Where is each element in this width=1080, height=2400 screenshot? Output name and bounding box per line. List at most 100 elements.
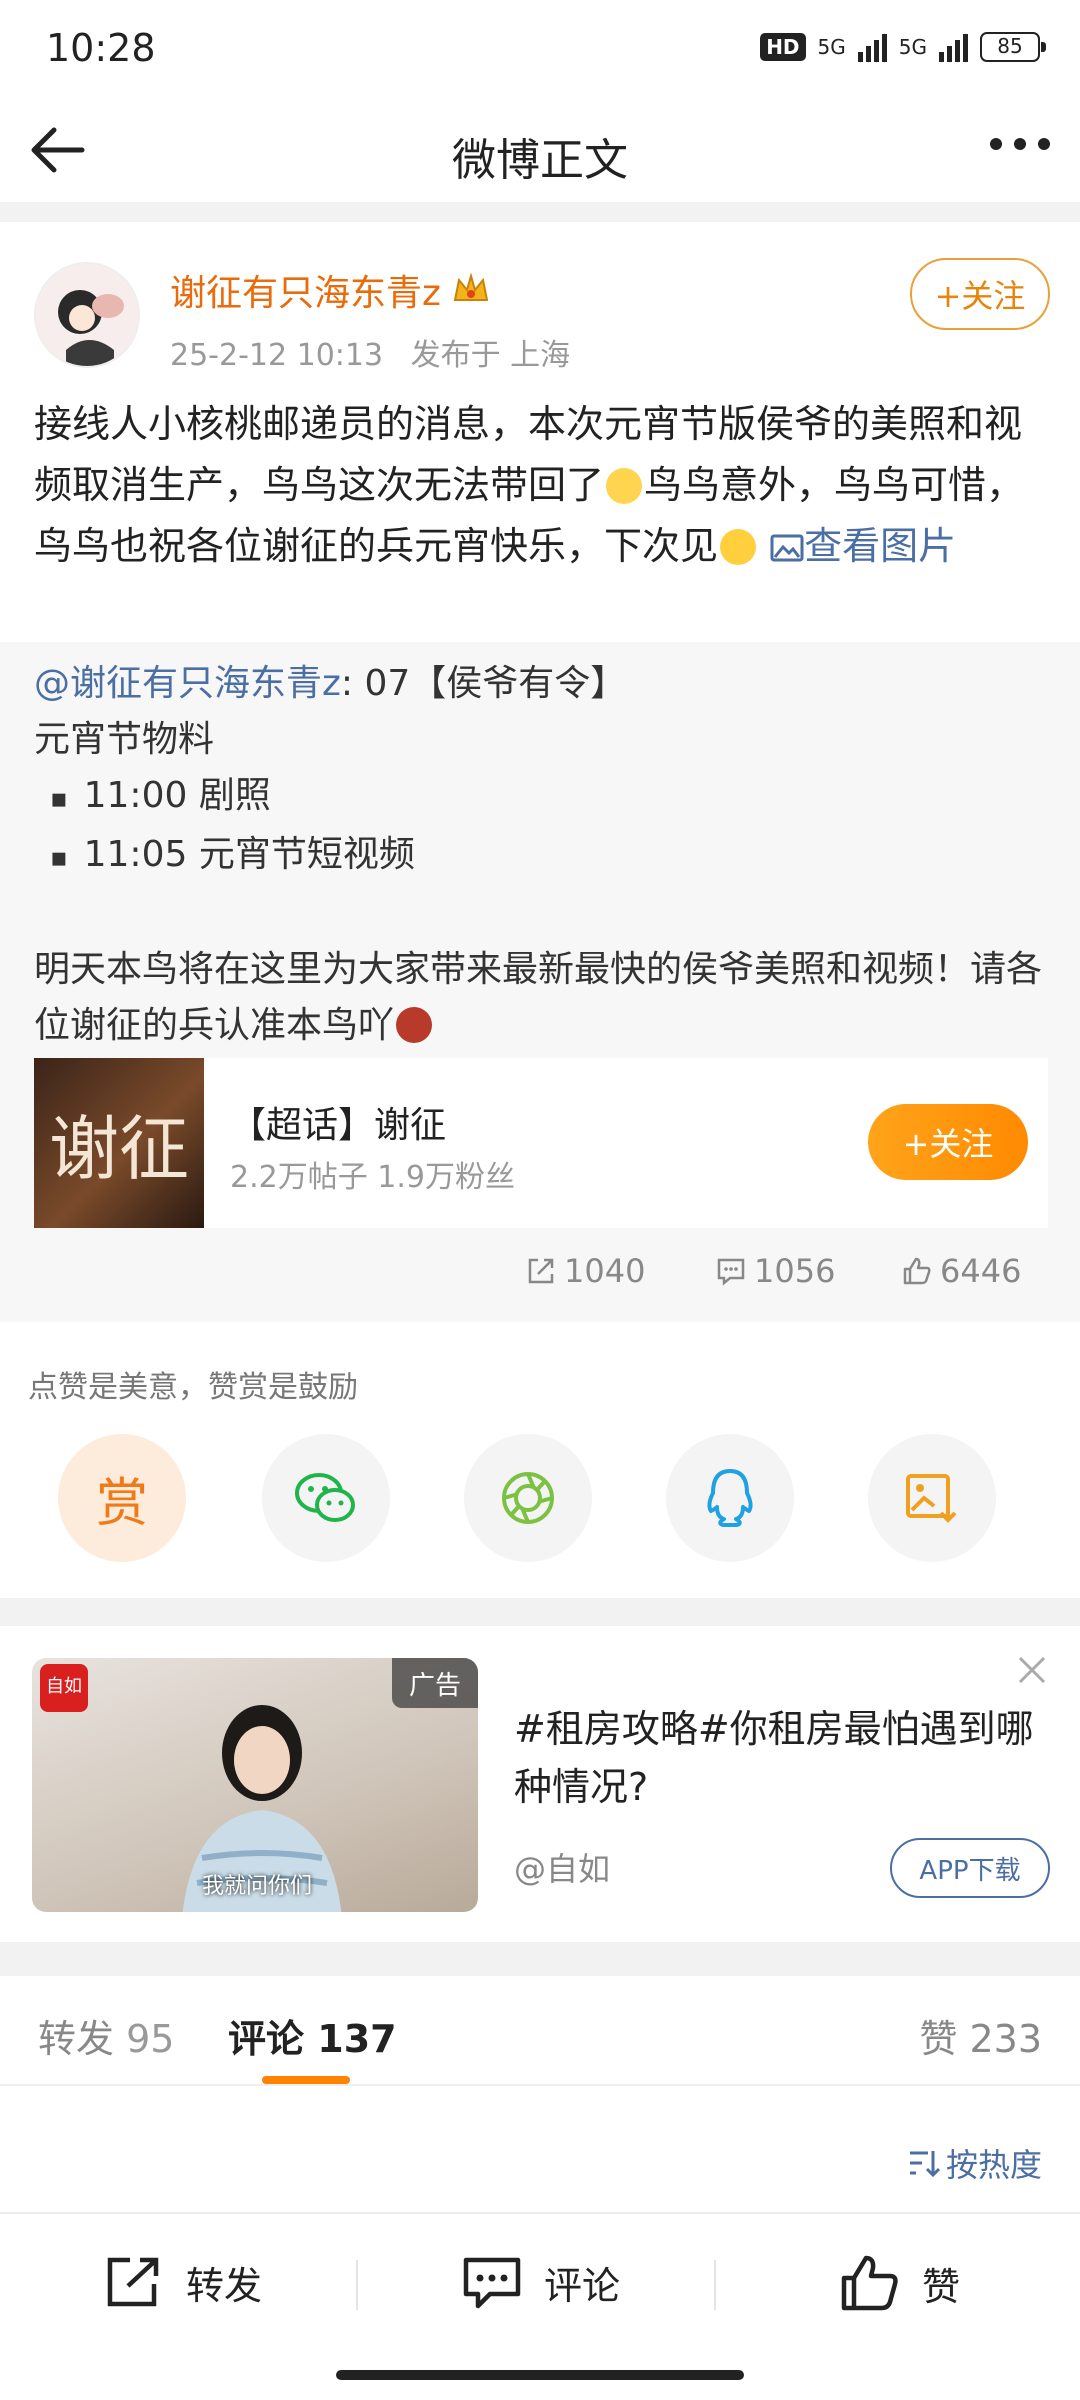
reward-label: 赏 <box>95 1473 148 1534</box>
ad-download-button[interactable]: APP下载 <box>890 1838 1050 1898</box>
active-tab-indicator <box>262 2076 350 2084</box>
repost-button[interactable]: 转发 <box>104 2254 262 2310</box>
quoted-bullet-1: 11:00 剧照 <box>34 768 1049 827</box>
tab-likes-count: 233 <box>969 2017 1042 2061</box>
tab-comments[interactable]: 评论 137 <box>228 2008 397 2063</box>
save-image-button[interactable] <box>868 1434 996 1562</box>
comment-button[interactable]: 评论 <box>462 2254 620 2310</box>
network-label-2: 5G <box>898 35 927 59</box>
tab-likes-label: 赞 <box>919 2017 958 2061</box>
quoted-paragraph: 明天本鸟将在这里为大家带来最新最快的侯爷美照和视频！请各位谢征的兵认准本鸟吖 <box>34 949 1043 1046</box>
supertopic-follow-button[interactable]: +关注 <box>868 1104 1028 1180</box>
post-body: 接线人小核桃邮递员的消息，本次元宵节版侯爷的美照和视频取消生产，鸟鸟这次无法带回… <box>34 394 1049 577</box>
post-timestamp: 25-2-12 10:13 <box>170 338 384 373</box>
nav-bar: 微博正文 <box>0 100 1080 200</box>
post-meta: 25-2-12 10:13 发布于 上海 <box>170 330 570 374</box>
divider <box>714 2260 716 2310</box>
ad-tag: 广告 <box>392 1658 478 1708</box>
ad-title[interactable]: #租房攻略#你租房最怕遇到哪种情况? <box>514 1700 1034 1816</box>
like-icon <box>903 1257 931 1285</box>
repost-label: 转发 <box>186 2263 263 2308</box>
quoted-counts: 1040 1056 6446 <box>0 1252 1080 1302</box>
divider <box>0 1942 1080 1976</box>
more-icon[interactable] <box>990 138 1050 150</box>
comment-label: 评论 <box>544 2263 621 2308</box>
like-icon <box>841 2255 898 2311</box>
image-icon <box>770 534 804 562</box>
comment-icon <box>463 2257 521 2309</box>
supertopic-stats: 2.2万帖子 1.9万粉丝 <box>230 1160 515 1195</box>
comment-count[interactable]: 1056 <box>716 1252 835 1290</box>
sort-icon <box>909 2151 940 2178</box>
repost-icon <box>107 2257 159 2307</box>
supertopic-cover: 谢征 <box>34 1058 204 1228</box>
qq-icon <box>707 1469 753 1527</box>
comment-count-value: 1056 <box>754 1252 836 1290</box>
bottom-action-bar: 转发 评论 赞 <box>0 2212 1080 2352</box>
ad-logo: 自如 <box>40 1664 88 1712</box>
crying-emoji-icon <box>606 468 643 504</box>
like-label: 赞 <box>922 2264 961 2309</box>
username-text[interactable]: 谢征有只海东青z <box>170 264 441 316</box>
like-count[interactable]: 6446 <box>902 1252 1021 1290</box>
sort-by-hot-button[interactable]: 按热度 <box>906 2140 1042 2186</box>
quoted-author-link[interactable]: @谢征有只海东青z <box>34 663 341 704</box>
home-indicator[interactable] <box>336 2370 744 2380</box>
quoted-line1: : 07【侯爷有令】 <box>340 663 627 704</box>
battery-icon: 85 <box>980 32 1046 62</box>
tab-comments-label: 评论 <box>228 2017 305 2061</box>
quoted-bullet-2: 11:05 元宵节短视频 <box>34 827 1049 886</box>
tab-reposts[interactable]: 转发 95 <box>38 2008 174 2063</box>
share-row: 赏 <box>0 1434 1080 1564</box>
ad-image-subtitle: 我就问你们 <box>202 1874 313 1899</box>
comment-icon <box>717 1258 745 1286</box>
quoted-post[interactable]: @谢征有只海东青z: 07【侯爷有令】 元宵节物料 11:00 剧照 11:05… <box>0 642 1080 1322</box>
like-count-value: 6446 <box>940 1252 1022 1290</box>
follow-button[interactable]: +关注 <box>910 258 1050 330</box>
moments-share-button[interactable] <box>464 1434 592 1562</box>
signal-icon <box>939 32 968 62</box>
quoted-line2: 元宵节物料 <box>34 719 215 760</box>
qq-share-button[interactable] <box>666 1434 794 1562</box>
divider <box>0 1598 1080 1626</box>
repost-count-value: 1040 <box>564 1252 646 1290</box>
sort-label: 按热度 <box>945 2146 1042 2184</box>
supertopic-card[interactable]: 谢征 【超话】谢征 2.2万帖子 1.9万粉丝 +关注 <box>34 1058 1048 1228</box>
repost-count[interactable]: 1040 <box>526 1252 645 1290</box>
tab-likes[interactable]: 赞 233 <box>919 2008 1042 2063</box>
reward-button[interactable]: 赏 <box>58 1434 186 1562</box>
wechat-share-button[interactable] <box>262 1434 390 1562</box>
detail-tabs: 转发 95 评论 137 赞 233 <box>0 1976 1080 2086</box>
tab-comments-count: 137 <box>317 2017 397 2061</box>
tab-reposts-label: 转发 <box>38 2017 115 2061</box>
page-title: 微博正文 <box>452 135 628 186</box>
divider <box>356 2260 358 2310</box>
divider <box>0 202 1080 222</box>
emoji-icon <box>720 529 757 565</box>
status-icons: HD 5G 5G 85 <box>760 32 1046 62</box>
view-image-link[interactable]: 查看图片 <box>770 524 956 568</box>
emoji-icon <box>396 1007 433 1043</box>
post-location: 发布于 上海 <box>410 338 571 373</box>
signal-icon <box>857 32 887 62</box>
ad-source: @自如 <box>514 1850 611 1888</box>
quoted-post-text: @谢征有只海东青z: 07【侯爷有令】 元宵节物料 11:00 剧照 11:05… <box>34 656 1049 1054</box>
reward-tip: 点赞是美意，赞赏是鼓励 <box>28 1370 358 1405</box>
moments-icon <box>502 1472 554 1524</box>
tab-reposts-count: 95 <box>126 2017 175 2061</box>
like-button[interactable]: 赞 <box>840 2254 960 2312</box>
username[interactable]: 谢征有只海东青z <box>170 264 491 316</box>
repost-icon <box>528 1258 554 1284</box>
crown-badge-icon <box>453 272 489 301</box>
status-bar: 10:28 HD 5G 5G 85 <box>0 0 1080 100</box>
close-icon[interactable] <box>1014 1652 1050 1688</box>
view-image-label[interactable]: 查看图片 <box>804 524 956 568</box>
hd-badge: HD <box>760 33 806 61</box>
status-time: 10:28 <box>46 26 156 70</box>
supertopic-name[interactable]: 【超话】谢征 <box>230 1096 446 1148</box>
wechat-icon <box>295 1473 355 1522</box>
network-label-1: 5G <box>817 35 846 59</box>
avatar[interactable] <box>34 262 140 368</box>
ad-image[interactable]: 自如 广告 我就问你们 <box>32 1658 478 1912</box>
save-image-icon <box>906 1474 957 1523</box>
